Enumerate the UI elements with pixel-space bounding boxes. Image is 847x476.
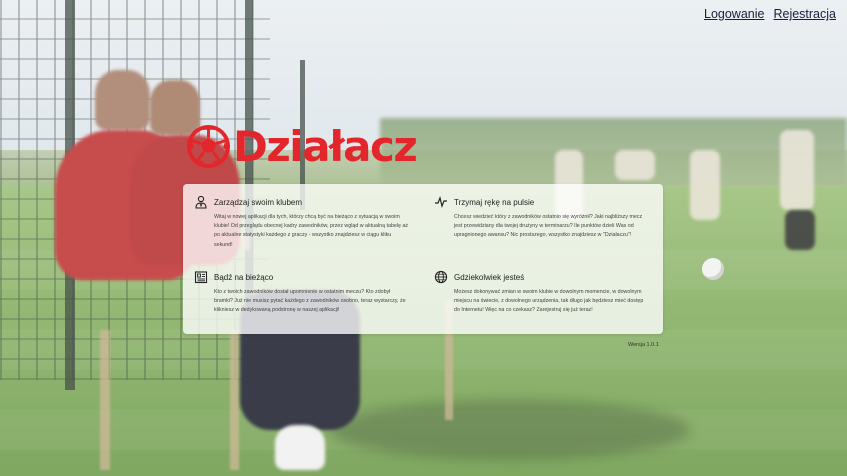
- features-panel: Zarządzaj swoim klubem Witaj w nowej apl…: [183, 184, 663, 334]
- brand-name: Działacz: [233, 121, 418, 171]
- register-link[interactable]: Rejestracja: [773, 7, 836, 21]
- pulse-icon: [434, 195, 448, 209]
- feature-text: Możesz dokonywać zmian w swoim klubie w …: [454, 289, 644, 314]
- feature-title: Bądź na bieżąco: [214, 272, 274, 282]
- news-icon: [194, 270, 208, 284]
- top-nav: Logowanie Rejestracja: [704, 7, 836, 21]
- login-link[interactable]: Logowanie: [704, 7, 764, 21]
- soccer-ball-icon: [186, 124, 231, 169]
- brand-logo: Działacz: [186, 121, 418, 171]
- feature-title: Gdziekolwiek jesteś: [454, 272, 525, 282]
- feature-title: Zarządzaj swoim klubem: [214, 197, 303, 207]
- version-label: Wersja 1.0.1: [628, 342, 659, 348]
- manager-icon: [194, 195, 208, 209]
- feature-title: Trzymaj rękę na pulsie: [454, 197, 535, 207]
- feature-anywhere: Gdziekolwiek jesteś Możesz dokonywać zmi…: [434, 270, 649, 316]
- feature-pulse: Trzymaj rękę na pulsie Chcesz wiedzieć k…: [434, 195, 649, 241]
- feature-text: Witaj w nowej aplikacji dla tych, którzy…: [214, 214, 409, 248]
- globe-icon: [434, 270, 448, 284]
- feature-text: Chcesz wiedzieć który z zawodników ostat…: [454, 214, 643, 239]
- feature-text: Kto z twoich zawodników dostał upomnieni…: [214, 289, 406, 314]
- feature-manage-club: Zarządzaj swoim klubem Witaj w nowej apl…: [194, 195, 409, 250]
- feature-up-to-date: Bądź na bieżąco Kto z twoich zawodników …: [194, 270, 409, 316]
